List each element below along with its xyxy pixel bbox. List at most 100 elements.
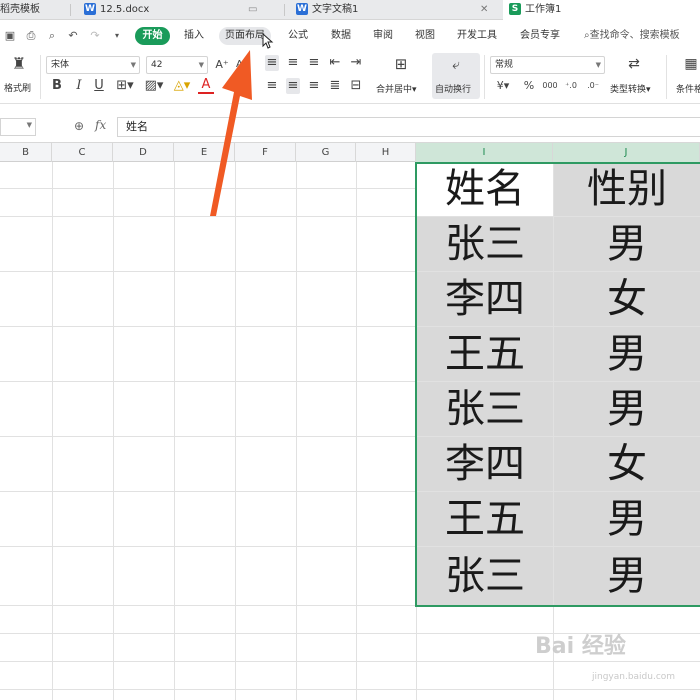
border-icon[interactable]: ⊞▾ [113,78,137,94]
fill-pattern-icon[interactable]: ▨▾ [142,78,166,94]
distributed-align-icon[interactable]: ⊟ [349,78,363,94]
font-color-icon[interactable]: A [198,78,214,94]
align-center-icon[interactable]: ≡ [286,78,300,94]
table-cell[interactable]: 王五 [417,492,553,547]
tab-template[interactable]: 稻壳模板 [0,0,68,20]
column-header[interactable]: J [553,143,700,162]
column-header-row: B C D E F G H I J [0,142,700,162]
align-middle-icon[interactable]: ≡ [286,55,300,71]
column-header[interactable]: H [356,143,416,162]
decrease-decimal-icon[interactable]: .0⁻ [585,78,601,94]
thousands-button[interactable]: 000 [540,78,560,94]
currency-button[interactable]: ¥▾ [492,78,514,94]
grid-line [113,162,114,700]
format-painter-label[interactable]: 格式刷 [4,81,31,94]
column-header[interactable]: F [235,143,296,162]
table-cell[interactable]: 张三 [417,382,553,437]
type-convert-button[interactable]: 类型转换▾ [610,82,651,95]
tab-review[interactable]: 审阅 [373,28,393,44]
tab-view[interactable]: 视图 [415,28,435,44]
format-painter-icon[interactable]: ♜ [8,56,30,72]
percent-button[interactable]: % [522,78,536,94]
document-tab-bar: 稻壳模板 W 12.5.docx ▭ W 文字文稿1 ✕ S 工作簿1 [0,0,700,20]
number-format-select[interactable]: 常规 ▼ [490,56,605,74]
column-header[interactable]: G [296,143,356,162]
formula-input[interactable]: 姓名 [117,117,700,137]
table-cell[interactable]: 男 [554,549,700,604]
bold-button[interactable]: B [50,78,64,94]
underline-button[interactable]: U [92,78,106,94]
table-header-cell[interactable]: 性别 [554,162,700,217]
zoom-icon[interactable]: ⊕ [74,119,84,133]
wrap-text-label: 自动换行 [435,85,472,95]
word-icon: W [84,3,96,15]
italic-button[interactable]: I [72,78,86,94]
table-cell[interactable]: 李四 [417,437,553,492]
print-preview-icon[interactable]: ⌕ [45,29,59,43]
column-header[interactable]: B [0,143,52,162]
fill-color-icon[interactable]: ◬▾ [170,78,194,94]
column-header[interactable]: I [416,143,553,162]
table-cell[interactable]: 张三 [417,549,553,604]
tab-insert[interactable]: 插入 [184,28,204,44]
grid-line [0,689,700,690]
conditional-format-icon[interactable]: ▦ [682,56,700,72]
tab-formula[interactable]: 公式 [288,28,308,44]
font-name-value: 宋体 [51,60,70,70]
divider [484,55,485,99]
decrease-indent-icon[interactable]: ⇤ [328,55,342,71]
tab-text-doc[interactable]: W 文字文稿1 [296,0,476,20]
font-size-select[interactable]: 42 ▼ [146,56,208,74]
conditional-format-label[interactable]: 条件格 [676,82,700,95]
table-cell[interactable]: 男 [554,217,700,272]
table-cell[interactable]: 女 [554,272,700,327]
save-icon[interactable]: ▣ [3,29,17,43]
tab-docx-label: 12.5.docx [100,4,150,15]
fx-icon[interactable]: fx [95,118,106,132]
chevron-down-icon[interactable]: ▾ [110,29,124,43]
table-cell[interactable]: 李四 [417,272,553,327]
table-cell[interactable]: 张三 [417,217,553,272]
grid-line [296,162,297,700]
table-cell[interactable]: 女 [554,437,700,492]
tab-developer[interactable]: 开发工具 [457,28,497,44]
print-icon[interactable]: ⎙ [24,29,38,43]
font-name-select[interactable]: 宋体 ▼ [46,56,140,74]
table-cell[interactable]: 男 [554,327,700,382]
redo-icon[interactable]: ↷ [88,29,102,43]
increase-indent-icon[interactable]: ⇥ [349,55,363,71]
tab-member[interactable]: 会员专享 [520,28,560,44]
column-header[interactable]: E [174,143,235,162]
increase-font-icon[interactable]: A⁺ [214,57,230,73]
table-cell[interactable]: 王五 [417,327,553,382]
table-cell[interactable]: 男 [554,492,700,547]
decrease-font-icon[interactable]: A⁻ [234,57,250,73]
type-convert-icon[interactable]: ⇄ [624,56,644,72]
tab-workbook[interactable]: S 工作簿1 [503,0,700,20]
tab-docx[interactable]: W 12.5.docx [84,0,234,20]
spreadsheet-grid[interactable]: 姓名 性别 张三 男 李四 女 王五 男 张三 男 李四 女 王五 男 张三 男 [0,162,700,700]
column-header[interactable]: D [113,143,174,162]
close-icon[interactable]: ✕ [480,0,492,20]
grid-line [174,162,175,700]
undo-icon[interactable]: ↶ [66,29,80,43]
name-box[interactable]: ▼ [0,118,36,136]
align-right-icon[interactable]: ≡ [307,78,321,94]
wrap-text-button[interactable]: ⤶ 自动换行 [432,53,480,99]
merge-center-button[interactable]: 合并居中▾ [376,82,417,95]
search-placeholder: 查找命令、搜索模板 [589,30,680,41]
align-top-icon[interactable]: ≡ [265,55,279,71]
wrap-text-icon: ⤶ [452,57,460,73]
table-cell[interactable]: 男 [554,382,700,437]
align-bottom-icon[interactable]: ≡ [307,55,321,71]
increase-decimal-icon[interactable]: ⁺.0 [563,78,579,94]
tab-text-doc-label: 文字文稿1 [312,4,359,15]
justify-icon[interactable]: ≣ [328,78,342,94]
merge-cells-icon[interactable]: ⊞ [390,56,412,72]
tab-data[interactable]: 数据 [331,28,351,44]
column-header[interactable]: C [52,143,113,162]
table-header-cell[interactable]: 姓名 [417,162,553,217]
align-left-icon[interactable]: ≡ [265,78,279,94]
command-search[interactable]: ⌕查找命令、搜索模板 [584,28,680,44]
tab-start[interactable]: 开始 [135,27,170,45]
